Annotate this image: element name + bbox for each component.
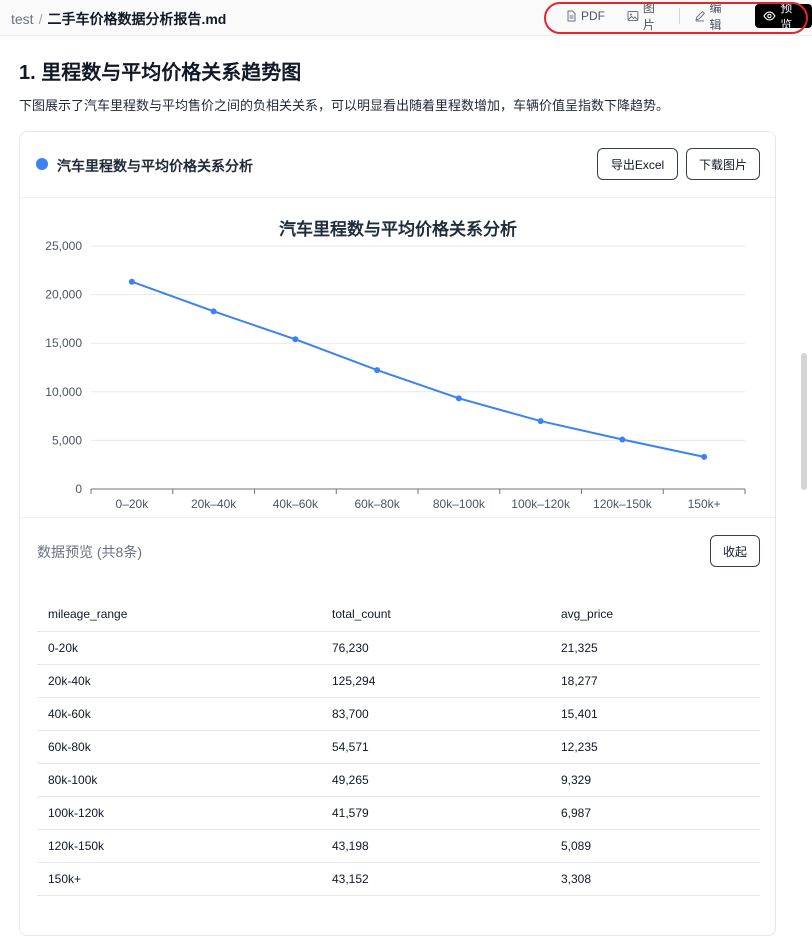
cell-avg-price: 9,329 (550, 763, 760, 797)
edit-label: 编辑 (709, 1, 722, 32)
preview-label: 预览 (780, 1, 793, 32)
card-header: 汽车里程数与平均价格关系分析 导出Excel 下载图片 (20, 132, 775, 198)
data-point[interactable] (128, 278, 135, 285)
cell-total-count: 125,294 (321, 664, 550, 698)
data-point[interactable] (701, 453, 708, 460)
table-row: 20k-40k 125,294 18,277 (37, 664, 760, 698)
chart-title: 汽车里程数与平均价格关系分析 (279, 219, 517, 239)
data-table: mileage_range total_count avg_price 0-20… (37, 597, 760, 896)
toolbar: PDF 图片 编辑 预览 (546, 1, 812, 32)
cell-mileage-range: 120k-150k (37, 829, 321, 863)
export-image-label: 图片 (642, 1, 655, 32)
cell-total-count: 76,230 (321, 631, 550, 665)
data-point[interactable] (374, 367, 381, 374)
y-tick-label: 0 (75, 482, 82, 496)
cell-avg-price: 6,987 (550, 796, 760, 830)
cell-total-count: 43,152 (321, 862, 550, 896)
cell-avg-price: 21,325 (550, 631, 760, 665)
table-row: 60k-80k 54,571 12,235 (37, 730, 760, 764)
data-point[interactable] (292, 336, 299, 343)
breadcrumb-separator: / (38, 11, 43, 27)
cell-total-count: 41,579 (321, 796, 550, 830)
line-chart: 汽车里程数与平均价格关系分析 0 5,000 10,000 15,000 20,000 25… (45, 219, 746, 511)
y-tick-label: 5,000 (52, 433, 82, 447)
card-title: 汽车里程数与平均价格关系分析 (57, 158, 253, 174)
top-bar: test / 二手车价格数据分析报告.md PDF 图片 编辑 预览 (0, 0, 812, 36)
cell-avg-price: 12,235 (550, 730, 760, 764)
collapse-button[interactable]: 收起 (710, 535, 760, 567)
column-header-total-count: total_count (321, 597, 550, 632)
cell-mileage-range: 150k+ (37, 862, 321, 896)
table-header-row: mileage_range total_count avg_price (37, 597, 760, 632)
x-tick-label: 0–20k (116, 497, 150, 511)
table-row: 100k-120k 41,579 6,987 (37, 796, 760, 830)
data-point[interactable] (455, 395, 462, 402)
data-preview-label: 数据预览 (共8条) (37, 544, 142, 560)
breadcrumb-file: 二手车价格数据分析报告.md (47, 11, 227, 27)
column-header-avg-price: avg_price (550, 597, 760, 632)
column-header-mileage-range: mileage_range (37, 597, 321, 632)
file-icon (567, 10, 576, 22)
export-image-button[interactable]: 图片 (621, 1, 673, 32)
cell-total-count: 43,198 (321, 829, 550, 863)
table-row: 0-20k 76,230 21,325 (37, 631, 760, 665)
chart-card: 汽车里程数与平均价格关系分析 导出Excel 下载图片 汽车里程数与平均价格关系… (19, 131, 776, 936)
export-excel-button[interactable]: 导出Excel (597, 148, 678, 180)
x-tick-label: 80k–100k (433, 497, 486, 511)
x-tick-label: 40k–60k (273, 497, 319, 511)
card-indicator-dot (36, 158, 48, 170)
cell-total-count: 54,571 (321, 730, 550, 764)
cell-avg-price: 15,401 (550, 697, 760, 731)
table-row: 80k-100k 49,265 9,329 (37, 763, 760, 797)
cell-total-count: 83,700 (321, 697, 550, 731)
table-row: 120k-150k 43,198 5,089 (37, 829, 760, 863)
pencil-icon (694, 10, 705, 22)
data-point[interactable] (537, 418, 544, 425)
y-tick-label: 25,000 (45, 239, 82, 253)
preview-button[interactable]: 预览 (755, 1, 812, 32)
data-point[interactable] (210, 308, 217, 315)
cell-mileage-range: 60k-80k (37, 730, 321, 764)
y-tick-label: 20,000 (45, 288, 82, 302)
page-title: 1. 里程数与平均价格关系趋势图 (19, 62, 302, 84)
x-tick-label: 150k+ (688, 497, 721, 511)
breadcrumb-root[interactable]: test (11, 11, 34, 27)
x-tick-label: 60k–80k (354, 497, 400, 511)
x-tick-label: 20k–40k (191, 497, 237, 511)
cell-mileage-range: 80k-100k (37, 763, 321, 797)
chart-divider (20, 517, 775, 518)
breadcrumb: test / 二手车价格数据分析报告.md (11, 9, 226, 29)
cell-avg-price: 3,308 (550, 862, 760, 896)
cell-avg-price: 18,277 (550, 664, 760, 698)
toolbar-divider (678, 8, 680, 24)
edit-button[interactable]: 编辑 (688, 1, 740, 32)
table-row: 150k+ 43,152 3,308 (37, 862, 760, 896)
cell-mileage-range: 100k-120k (37, 796, 321, 830)
cell-total-count: 49,265 (321, 763, 550, 797)
scrollbar-thumb[interactable] (801, 353, 807, 490)
export-pdf-button[interactable]: PDF (560, 4, 611, 28)
y-tick-label: 10,000 (45, 385, 82, 399)
cell-mileage-range: 20k-40k (37, 664, 321, 698)
cell-mileage-range: 40k-60k (37, 697, 321, 731)
series-line (131, 280, 705, 458)
page-description: 下图展示了汽车里程数与平均售价之间的负相关关系，可以明显看出随着里程数增加，车辆… (19, 98, 670, 113)
y-tick-label: 15,000 (45, 336, 82, 350)
image-icon (627, 11, 639, 21)
x-tick-label: 100k–120k (511, 497, 571, 511)
cell-avg-price: 5,089 (550, 829, 760, 863)
download-image-button[interactable]: 下载图片 (686, 148, 760, 180)
table-row: 40k-60k 83,700 15,401 (37, 697, 760, 731)
x-tick-label: 120k–150k (593, 497, 653, 511)
data-point[interactable] (619, 436, 626, 443)
eye-icon (763, 11, 776, 21)
cell-mileage-range: 0-20k (37, 631, 321, 665)
export-pdf-label: PDF (581, 9, 605, 23)
